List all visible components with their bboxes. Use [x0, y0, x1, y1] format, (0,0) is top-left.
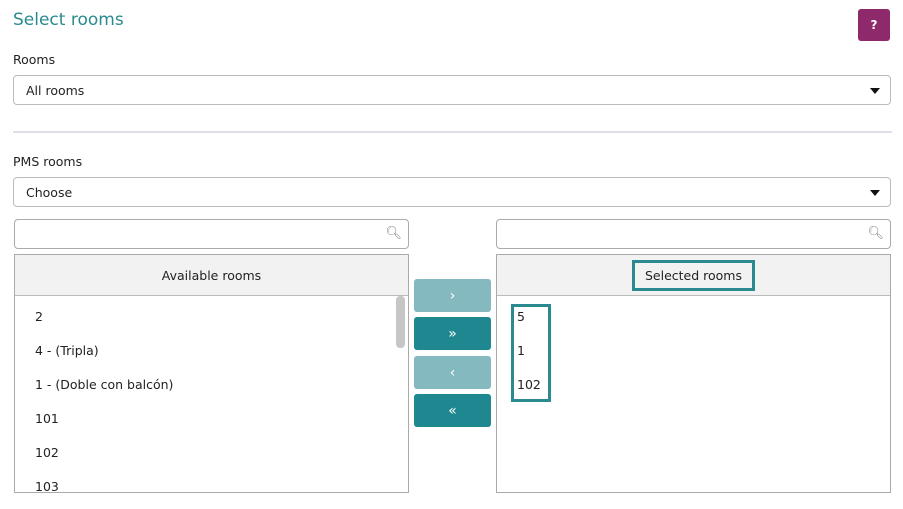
list-item[interactable]: 2 — [35, 309, 43, 324]
rooms-select[interactable]: All rooms — [13, 75, 891, 105]
rooms-label: Rooms — [13, 52, 56, 67]
available-rooms-header: Available rooms — [15, 255, 408, 296]
list-item[interactable]: 103 — [35, 479, 59, 494]
list-item[interactable]: 1 — [517, 343, 525, 358]
list-item[interactable]: 102 — [35, 445, 59, 460]
selected-search-input[interactable]: 🔍︎ — [496, 219, 891, 249]
page-title: Select rooms — [13, 10, 124, 30]
divider — [13, 131, 892, 133]
rooms-select-value: All rooms — [26, 82, 85, 98]
list-item[interactable]: 102 — [517, 377, 541, 392]
list-item[interactable]: 4 - (Tripla) — [35, 343, 99, 358]
list-item[interactable]: 5 — [517, 309, 525, 324]
search-icon: 🔍︎ — [867, 226, 884, 241]
remove-selected-button[interactable]: ‹ — [414, 356, 491, 389]
move-selected-button[interactable]: › — [414, 279, 491, 312]
caret-down-icon — [870, 88, 880, 94]
list-item[interactable]: 1 - (Doble con balcón) — [35, 377, 173, 392]
pms-rooms-label: PMS rooms — [13, 154, 83, 169]
search-icon: 🔍︎ — [385, 226, 402, 241]
remove-all-button[interactable]: « — [414, 394, 491, 427]
list-item[interactable]: 101 — [35, 411, 59, 426]
help-button[interactable]: ? — [858, 9, 890, 41]
scrollbar[interactable] — [396, 296, 405, 348]
selected-rooms-header-row: Selected rooms — [497, 255, 890, 296]
selected-rooms-header: Selected rooms — [631, 259, 755, 291]
pms-rooms-select[interactable]: Choose — [13, 177, 891, 207]
move-all-button[interactable]: » — [414, 317, 491, 350]
available-rooms-list: Available rooms 2 4 - (Tripla) 1 - (Dobl… — [14, 254, 409, 494]
caret-down-icon — [870, 190, 880, 196]
available-search-input[interactable]: 🔍︎ — [14, 219, 409, 249]
pms-rooms-select-value: Choose — [26, 184, 73, 200]
selected-rooms-list: Selected rooms 5 1 102 — [496, 254, 891, 493]
